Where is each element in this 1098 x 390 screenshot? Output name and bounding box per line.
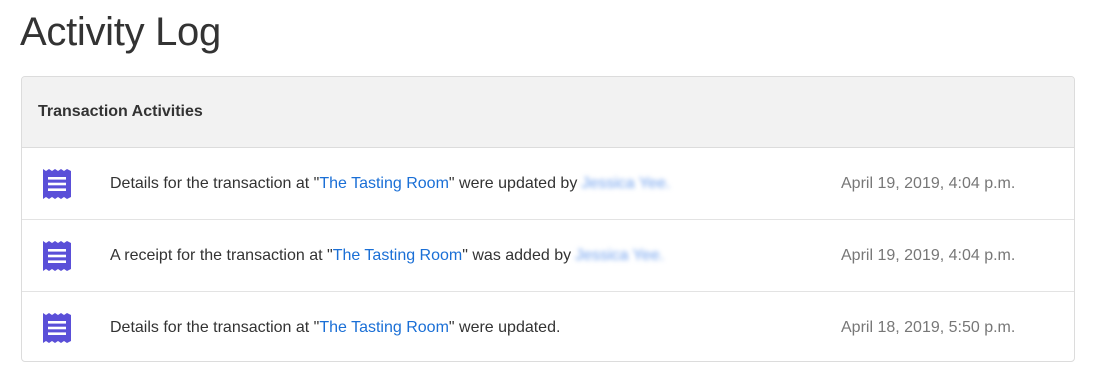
transaction-activities-panel: Transaction Activities Details for the t…: [21, 76, 1075, 362]
activity-prefix: A receipt for the transaction at ": [110, 246, 333, 264]
transaction-link[interactable]: The Tasting Room: [319, 319, 449, 336]
receipt-icon: [43, 313, 71, 343]
receipt-icon: [43, 240, 71, 271]
transaction-link[interactable]: The Tasting Room: [319, 175, 449, 192]
panel-header: Transaction Activities: [22, 77, 1074, 148]
user-link[interactable]: Jessica Yee.: [575, 247, 664, 264]
activity-row: Details for the transaction at "The Tast…: [22, 292, 1074, 361]
activity-prefix: Details for the transaction at ": [110, 174, 320, 192]
activity-row: A receipt for the transaction at "The Ta…: [22, 220, 1074, 292]
activity-text: Details for the transaction at "The Tast…: [110, 319, 560, 337]
user-link[interactable]: Jessica Yee.: [581, 175, 670, 192]
transaction-link[interactable]: The Tasting Room: [333, 247, 463, 264]
activity-date: April 19, 2019, 4:04 p.m.: [841, 246, 1016, 264]
activity-date: April 19, 2019, 4:04 p.m.: [841, 174, 1016, 192]
activity-prefix: Details for the transaction at ": [110, 319, 320, 336]
receipt-icon: [43, 168, 71, 199]
activity-text: A receipt for the transaction at "The Ta…: [110, 247, 664, 265]
activity-text: Details for the transaction at "The Tast…: [110, 175, 670, 193]
activity-suffix: " were updated by: [448, 174, 578, 192]
activity-suffix: " were updated.: [448, 319, 561, 336]
page-title: Activity Log: [20, 10, 221, 54]
activity-suffix: " was added by: [462, 246, 572, 264]
activity-log-page: Activity Log Transaction Activities Deta…: [0, 0, 1098, 390]
activity-date: April 18, 2019, 5:50 p.m.: [841, 319, 1016, 336]
activity-row: Details for the transaction at "The Tast…: [22, 148, 1074, 220]
panel-title: Transaction Activities: [38, 103, 203, 120]
